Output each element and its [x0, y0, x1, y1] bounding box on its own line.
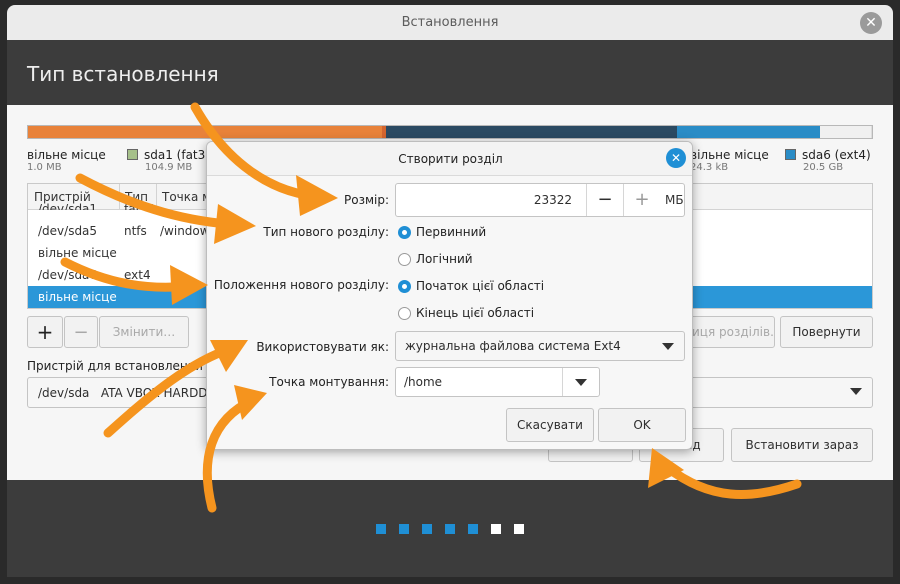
arrow-to-type-icon: [75, 173, 245, 230]
arrow-to-use-as-icon: [103, 344, 235, 438]
annotation-arrows: [60, 102, 802, 513]
arrow-to-mount-icon: [202, 395, 258, 513]
arrow-to-ok-icon: [663, 463, 802, 500]
